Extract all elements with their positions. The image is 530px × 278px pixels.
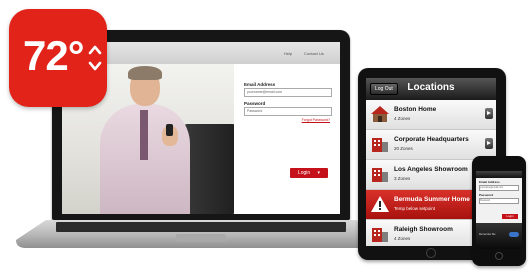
building-icon — [372, 138, 388, 152]
phone-password-label: Password — [479, 193, 494, 197]
up-down-arrows-icon — [88, 45, 102, 71]
phone-email-field[interactable]: yourname@email.com — [479, 185, 519, 191]
tablet-home-button — [426, 248, 436, 258]
laptop-base — [16, 220, 386, 248]
location-zones: 20 Zones — [394, 146, 413, 151]
location-zones: 3 Zones — [394, 176, 411, 181]
page-title: Locations — [407, 82, 455, 93]
house-icon — [371, 106, 389, 122]
password-field[interactable]: Password — [244, 107, 332, 116]
building-icon — [372, 168, 388, 182]
phone-header — [476, 171, 522, 178]
location-zones: 4 Zones — [394, 236, 411, 241]
person-tie — [140, 110, 148, 160]
caret-icon: ▾ — [317, 170, 321, 176]
login-button[interactable]: Login ▾ — [290, 168, 328, 178]
location-item[interactable]: Boston Home 4 Zones — [366, 100, 496, 130]
location-name: Los Angeles Showroom — [394, 166, 468, 173]
phone-home-button — [495, 252, 503, 260]
remember-me-toggle[interactable] — [509, 232, 519, 237]
held-phone — [166, 124, 173, 136]
phone-footer: Remember Me — [476, 223, 522, 249]
phone-login-button[interactable]: Login — [502, 214, 518, 219]
location-name: Boston Home — [394, 106, 437, 113]
location-name: Bermuda Summer Home — [394, 196, 470, 203]
location-zones: 4 Zones — [394, 116, 411, 121]
chevron-right-icon[interactable] — [485, 108, 493, 119]
logo-temperature: 72° — [23, 32, 85, 79]
login-form: Email Address yourname@email.com Passwor… — [244, 80, 334, 122]
contact-link[interactable]: Contact Us — [304, 51, 324, 56]
phone-password-field[interactable]: Password — [479, 198, 519, 204]
phone: Email Address yourname@email.com Passwor… — [472, 156, 526, 266]
app-logo: 72° — [9, 9, 107, 107]
chevron-right-icon[interactable] — [485, 138, 493, 149]
remember-me-label: Remember Me — [479, 233, 496, 236]
location-name: Corporate Headquarters — [394, 136, 469, 143]
location-name: Raleigh Showroom — [394, 226, 453, 233]
location-alert-text: Temp below setpoint — [394, 206, 436, 211]
email-field[interactable]: yourname@email.com — [244, 88, 332, 97]
building-icon — [372, 228, 388, 242]
phone-email-label: Email Address — [479, 180, 500, 184]
phone-screen: Email Address yourname@email.com Passwor… — [476, 171, 522, 249]
tablet-navbar: Log Out Locations — [366, 78, 496, 100]
forgot-password-link[interactable]: Forgot Password? — [244, 118, 330, 122]
email-label: Email Address — [244, 82, 276, 87]
person-hair — [128, 66, 162, 80]
login-button-label: Login — [297, 170, 311, 176]
warning-icon — [371, 196, 389, 212]
password-label: Password — [244, 101, 266, 106]
help-link[interactable]: Help — [284, 51, 292, 56]
